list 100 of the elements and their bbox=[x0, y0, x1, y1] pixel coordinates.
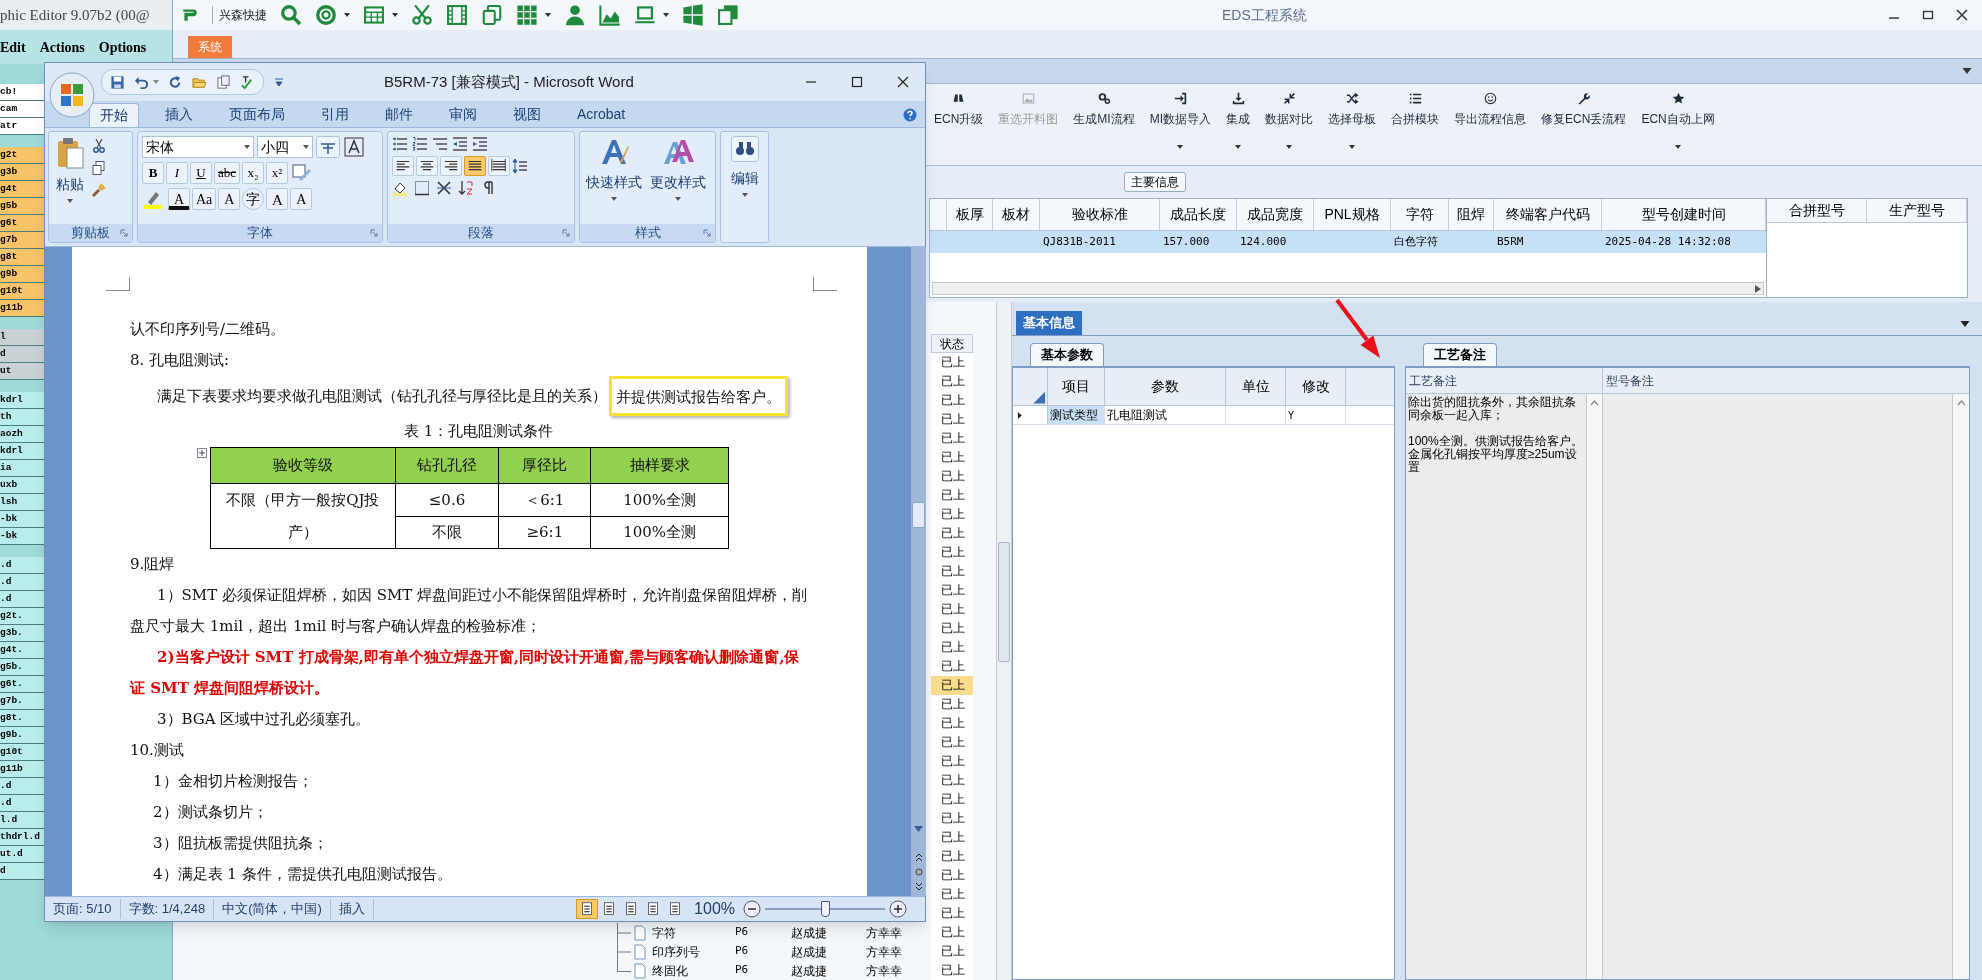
tab[interactable]: 工艺备注 bbox=[1423, 343, 1497, 366]
zoom-slider[interactable] bbox=[765, 901, 885, 917]
line-spacing-icon[interactable] bbox=[512, 158, 528, 174]
clear-format-icon[interactable] bbox=[290, 162, 313, 184]
list-item[interactable]: .d bbox=[0, 557, 44, 574]
table-cell[interactable]: 已上 bbox=[931, 866, 973, 885]
slider-thumb[interactable] bbox=[821, 901, 830, 917]
table-cell[interactable]: 已上 bbox=[931, 790, 973, 809]
table-cell[interactable]: 已上 bbox=[931, 467, 973, 486]
font-button[interactable]: A bbox=[266, 188, 289, 210]
table-cell[interactable]: 已上 bbox=[931, 733, 973, 752]
search-icon[interactable] bbox=[280, 4, 302, 26]
ribbon-button[interactable]: MI数据导入 bbox=[1148, 92, 1213, 149]
column-header[interactable]: 型号备注 bbox=[1603, 368, 1969, 393]
list-item[interactable]: th bbox=[0, 409, 44, 426]
shading-icon[interactable] bbox=[392, 180, 408, 196]
print-layout-icon[interactable] bbox=[576, 899, 599, 919]
copy-icon[interactable] bbox=[91, 160, 107, 176]
list-item[interactable]: .d bbox=[0, 591, 44, 608]
list-item[interactable]: ia bbox=[0, 460, 44, 477]
caret-icon[interactable] bbox=[344, 13, 350, 17]
list-item[interactable]: g6t. bbox=[0, 676, 44, 693]
numbering-icon[interactable] bbox=[412, 136, 428, 152]
table-icon[interactable] bbox=[363, 4, 385, 26]
format-button[interactable]: U bbox=[190, 162, 212, 184]
caret-icon[interactable] bbox=[611, 197, 617, 201]
list-item[interactable]: uxb bbox=[0, 477, 44, 494]
table-cell[interactable]: 已上 bbox=[931, 391, 973, 410]
list-item[interactable]: l.d bbox=[0, 812, 44, 829]
character-border-icon[interactable] bbox=[343, 136, 365, 158]
column-header[interactable]: 合拼型号 bbox=[1767, 199, 1867, 222]
laptop-icon[interactable] bbox=[634, 4, 656, 26]
column-header[interactable]: 生产型号 bbox=[1867, 199, 1967, 222]
area-chart-icon[interactable] bbox=[599, 4, 621, 26]
caret-icon[interactable] bbox=[663, 13, 669, 17]
table-cell[interactable]: 已上 bbox=[931, 505, 973, 524]
column-header[interactable]: 型号创建时间 bbox=[1602, 199, 1766, 230]
align-center-icon[interactable] bbox=[416, 156, 438, 176]
column-header[interactable]: 字符 bbox=[1391, 199, 1449, 230]
format-button[interactable]: abc bbox=[214, 162, 241, 184]
dialog-launcher-icon[interactable] bbox=[370, 229, 378, 237]
list-item[interactable]: cb! bbox=[0, 84, 44, 101]
list-item[interactable]: kdrl bbox=[0, 392, 44, 409]
list-item[interactable]: g9b bbox=[0, 266, 44, 283]
browse-object-icon[interactable] bbox=[914, 868, 923, 876]
column-header[interactable]: PNL规格 bbox=[1314, 199, 1391, 230]
tab[interactable]: 引用 bbox=[311, 103, 359, 127]
list-item[interactable]: g8t bbox=[0, 249, 44, 266]
close-icon[interactable] bbox=[1956, 9, 1968, 21]
scroll-right-icon[interactable] bbox=[1755, 284, 1761, 293]
tab[interactable]: 审阅 bbox=[439, 103, 487, 127]
menu-item[interactable]: Edit bbox=[0, 36, 26, 58]
table-cell[interactable]: 已上 bbox=[931, 619, 973, 638]
ribbon-button[interactable]: ECN自动上网 bbox=[1640, 92, 1716, 149]
caret-icon[interactable] bbox=[67, 199, 73, 203]
increase-indent-icon[interactable] bbox=[472, 136, 488, 152]
list-item[interactable]: g11b bbox=[0, 300, 44, 317]
borders-icon[interactable] bbox=[414, 180, 430, 196]
lifebuoy-icon[interactable] bbox=[315, 4, 337, 26]
tab[interactable]: 开始 bbox=[89, 103, 139, 127]
column-header[interactable]: 阻焊 bbox=[1449, 199, 1494, 230]
table-cell[interactable]: 已上 bbox=[931, 961, 973, 980]
font-button[interactable]: A bbox=[290, 188, 313, 210]
dropdown-icon[interactable] bbox=[1960, 321, 1970, 327]
list-item[interactable]: atr bbox=[0, 118, 44, 135]
table-cell[interactable]: 已上 bbox=[931, 695, 973, 714]
table-cell[interactable]: 已上 bbox=[931, 676, 973, 695]
table-cell[interactable]: 已上 bbox=[931, 885, 973, 904]
list-item[interactable]: g4t. bbox=[0, 642, 44, 659]
decrease-indent-icon[interactable] bbox=[452, 136, 468, 152]
scissors-icon[interactable] bbox=[91, 138, 107, 154]
table-cell[interactable]: 已上 bbox=[931, 752, 973, 771]
windows-stack-icon[interactable] bbox=[717, 4, 739, 26]
undo-icon[interactable] bbox=[134, 74, 149, 90]
column-header[interactable]: 参数 bbox=[1105, 368, 1226, 405]
table-cell[interactable]: 已上 bbox=[931, 353, 973, 372]
table-row[interactable]: QJ831B-2011 157.000 124.000 白色字符 B5RM 2025-04-28 14:32:08 bbox=[930, 231, 1766, 253]
table-cell[interactable]: 已上 bbox=[931, 600, 973, 619]
table-cell[interactable]: 已上 bbox=[931, 904, 973, 923]
style-button[interactable]: 快速样式 bbox=[584, 136, 644, 220]
list-item[interactable]: .d bbox=[0, 778, 44, 795]
font-button[interactable]: A bbox=[168, 188, 190, 210]
tab[interactable]: 视图 bbox=[503, 103, 551, 127]
table-cell[interactable]: 已上 bbox=[931, 581, 973, 600]
font-button[interactable]: 字 bbox=[242, 188, 265, 210]
ribbon-button[interactable]: ECN升级 bbox=[933, 92, 985, 128]
asian-layout-icon[interactable] bbox=[436, 180, 452, 196]
ribbon-button[interactable]: 导出流程信息 bbox=[1453, 92, 1528, 128]
table-cell[interactable]: 已上 bbox=[931, 942, 973, 961]
restore-icon[interactable] bbox=[1922, 9, 1934, 21]
format-button[interactable]: I bbox=[166, 162, 188, 184]
caret-icon[interactable] bbox=[1675, 145, 1682, 149]
format-button[interactable]: B bbox=[142, 162, 164, 184]
scroll-down-icon[interactable] bbox=[914, 826, 923, 832]
person-icon[interactable] bbox=[564, 4, 586, 26]
column-header[interactable]: 终端客户代码 bbox=[1494, 199, 1602, 230]
list-item[interactable]: aozh bbox=[0, 426, 44, 443]
column-header[interactable]: 板材 bbox=[993, 199, 1040, 230]
list-item[interactable]: g3b. bbox=[0, 625, 44, 642]
dialog-launcher-icon[interactable] bbox=[562, 229, 570, 237]
